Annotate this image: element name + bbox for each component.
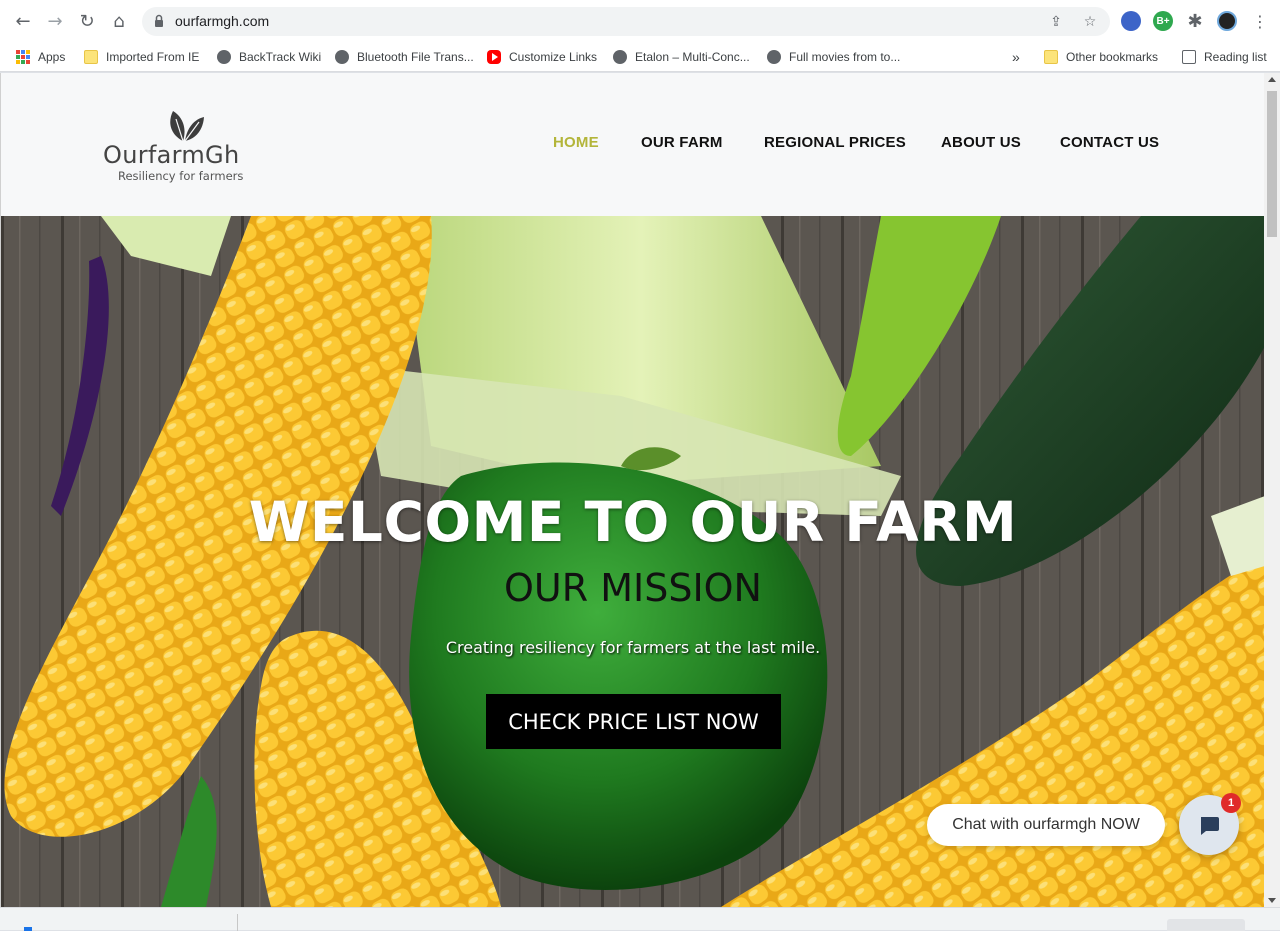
bookmarks-bar: Apps Imported From IE BackTrack Wiki Blu…: [0, 42, 1280, 72]
logo-name: OurfarmGh: [103, 141, 240, 169]
scrollbar-thumb[interactable]: [1267, 91, 1277, 237]
reading-list-icon: [1182, 50, 1196, 64]
browser-toolbar: ← → ↻ ⌂ ourfarmgh.com ⇪ ☆ B+ ✱ ⋮: [0, 0, 1280, 42]
hero-subtitle: OUR MISSION: [504, 566, 762, 610]
reload-icon[interactable]: ↻: [75, 9, 99, 33]
bookmark-star-icon[interactable]: ☆: [1080, 12, 1100, 32]
download-shelf-tab[interactable]: [1167, 919, 1245, 931]
nav-regional-prices[interactable]: REGIONAL PRICES: [764, 134, 906, 151]
apps-icon: [16, 50, 30, 64]
bookmark-other-bookmarks[interactable]: Other bookmarks: [1044, 47, 1158, 67]
nav-our-farm[interactable]: OUR FARM: [641, 134, 723, 151]
home-icon[interactable]: ⌂: [107, 9, 131, 33]
leaf-logo-icon: [170, 111, 204, 142]
bookmarks-overflow-button[interactable]: »: [1012, 47, 1020, 67]
hero-title: WELCOME TO OUR FARM: [248, 490, 1018, 554]
nav-about-us[interactable]: ABOUT US: [941, 134, 1021, 151]
profile-avatar-icon[interactable]: [1217, 11, 1237, 31]
globe-icon: [613, 50, 627, 64]
hero-mission-text: Creating resiliency for farmers at the l…: [445, 638, 821, 657]
chat-unread-badge: 1: [1221, 793, 1241, 813]
download-shelf: [0, 907, 1280, 931]
logo-tagline: Resiliency for farmers: [118, 169, 244, 183]
lock-icon: [155, 14, 163, 27]
nav-contact-us[interactable]: CONTACT US: [1060, 134, 1159, 151]
site-logo[interactable]: OurfarmGh Resiliency for farmers: [103, 109, 263, 183]
bookmark-customize-links[interactable]: Customize Links: [487, 47, 597, 67]
back-icon[interactable]: ←: [11, 9, 35, 33]
bookmark-etalon[interactable]: Etalon – Multi-Conc...: [613, 47, 750, 67]
page-scrollbar[interactable]: [1264, 73, 1280, 907]
download-progress-indicator: [24, 927, 32, 931]
address-bar[interactable]: ourfarmgh.com ⇪ ☆: [142, 7, 1110, 36]
check-price-list-button[interactable]: CHECK PRICE LIST NOW: [486, 694, 781, 749]
bookmark-imported-from-ie[interactable]: Imported From IE: [84, 47, 199, 67]
reading-list-button[interactable]: Reading list: [1182, 47, 1267, 67]
globe-icon: [335, 50, 349, 64]
folder-icon: [84, 50, 98, 64]
bookmark-backtrack-wiki[interactable]: BackTrack Wiki: [217, 47, 321, 67]
extension-icon[interactable]: [1121, 11, 1141, 31]
site-header: OurfarmGh Resiliency for farmers HOME OU…: [1, 73, 1264, 216]
chat-icon: [1201, 817, 1219, 835]
download-shelf-divider: [237, 914, 238, 931]
globe-icon: [767, 50, 781, 64]
page-viewport: OurfarmGh Resiliency for farmers HOME OU…: [0, 73, 1264, 907]
nav-home[interactable]: HOME: [553, 134, 599, 151]
scroll-up-icon[interactable]: [1268, 77, 1276, 82]
url-text: ourfarmgh.com: [175, 13, 270, 29]
scroll-down-icon[interactable]: [1268, 898, 1276, 903]
bookmark-apps[interactable]: Apps: [16, 47, 65, 67]
youtube-icon: [487, 50, 501, 64]
share-icon[interactable]: ⇪: [1046, 12, 1066, 32]
bookmark-full-movies[interactable]: Full movies from to...: [767, 47, 900, 67]
globe-icon: [217, 50, 231, 64]
folder-icon: [1044, 50, 1058, 64]
extension-badge-icon[interactable]: B+: [1153, 11, 1173, 31]
chat-prompt-bubble[interactable]: Chat with ourfarmgh NOW: [927, 804, 1165, 846]
menu-kebab-icon[interactable]: ⋮: [1248, 9, 1272, 33]
extensions-puzzle-icon[interactable]: ✱: [1183, 9, 1207, 33]
bookmark-bluetooth-file-transfer[interactable]: Bluetooth File Trans...: [335, 47, 474, 67]
forward-icon[interactable]: →: [43, 9, 67, 33]
